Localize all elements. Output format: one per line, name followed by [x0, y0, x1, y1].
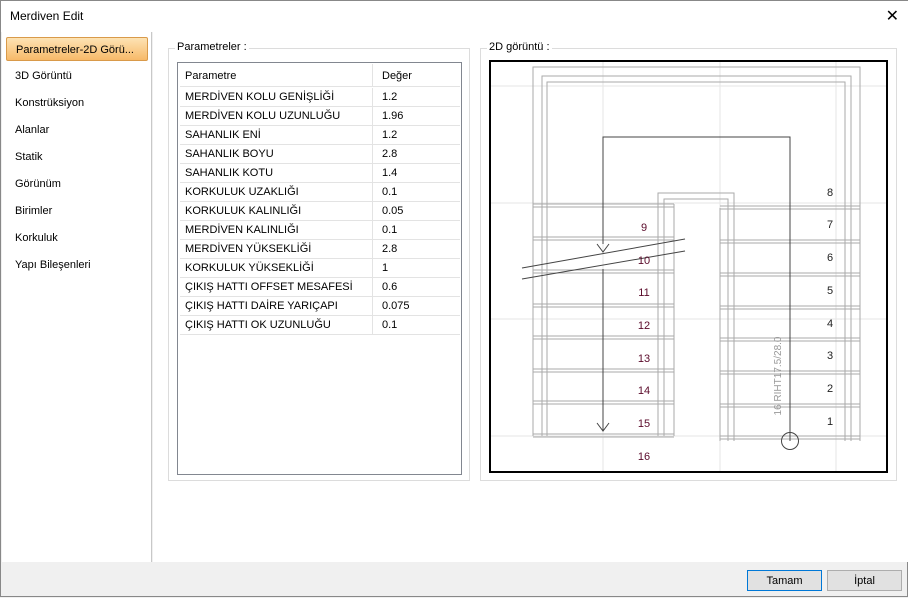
table-header: Parametre Değer [180, 64, 460, 87]
sidebar-item-korkuluk[interactable]: Korkuluk [6, 226, 148, 250]
sidebar-item-parametreler[interactable]: Parametreler-2D Görü... [6, 37, 148, 61]
header-parametre[interactable]: Parametre [180, 64, 373, 87]
sidebar-item-yapi-bilesenleri[interactable]: Yapı Bileşenleri [6, 253, 148, 277]
ok-button[interactable]: Tamam [747, 570, 822, 591]
param-name: SAHANLIK ENİ [180, 126, 373, 145]
sidebar-item-alanlar[interactable]: Alanlar [6, 118, 148, 142]
preview-group: 2D görüntü : [480, 41, 897, 481]
table-row[interactable]: SAHANLIK KOTU 1.4 [180, 164, 460, 183]
param-name: MERDİVEN YÜKSEKLİĞİ [180, 240, 373, 259]
param-value[interactable]: 1.2 [374, 126, 397, 141]
table-row[interactable]: ÇIKIŞ HATTI DAİRE YARIÇAPI 0.075 [180, 297, 460, 316]
header-deger[interactable]: Değer [374, 64, 412, 82]
param-name: MERDİVEN KALINLIĞI [180, 221, 373, 240]
table-row[interactable]: MERDİVEN KALINLIĞI 0.1 [180, 221, 460, 240]
param-value[interactable]: 1.4 [374, 164, 397, 179]
sidebar-item-konstruksiyon[interactable]: Konstrüksiyon [6, 91, 148, 115]
window-title: Merdiven Edit [10, 9, 84, 23]
param-name: ÇIKIŞ HATTI OFFSET MESAFESİ [180, 278, 373, 297]
table-row[interactable]: KORKULUK YÜKSEKLİĞİ 1 [180, 259, 460, 278]
cancel-button[interactable]: İptal [827, 570, 902, 591]
param-name: MERDİVEN KOLU GENİŞLİĞİ [180, 88, 373, 107]
param-value[interactable]: 0.05 [374, 202, 403, 217]
param-name: SAHANLIK BOYU [180, 145, 373, 164]
table-row[interactable]: SAHANLIK BOYU 2.8 [180, 145, 460, 164]
param-value[interactable]: 1.96 [374, 107, 403, 122]
close-icon[interactable]: ✕ [886, 6, 899, 26]
sidebar-item-3d[interactable]: 3D Görüntü [6, 64, 148, 88]
table-row[interactable]: KORKULUK KALINLIĞI 0.05 [180, 202, 460, 221]
param-value[interactable]: 1.2 [374, 88, 397, 103]
table-row[interactable]: MERDİVEN KOLU GENİŞLİĞİ 1.2 [180, 88, 460, 107]
param-name: KORKULUK YÜKSEKLİĞİ [180, 259, 373, 278]
parameters-group-label: Parametreler : [175, 41, 249, 53]
table-row[interactable]: KORKULUK UZAKLIĞI 0.1 [180, 183, 460, 202]
title-bar: Merdiven Edit ✕ [1, 1, 908, 32]
param-name: SAHANLIK KOTU [180, 164, 373, 183]
sidebar-item-gorunum[interactable]: Görünüm [6, 172, 148, 196]
param-value[interactable]: 0.1 [374, 221, 397, 236]
table-row[interactable]: MERDİVEN KOLU UZUNLUĞU 1.96 [180, 107, 460, 126]
sidebar-item-statik[interactable]: Statik [6, 145, 148, 169]
param-name: ÇIKIŞ HATTI OK UZUNLUĞU [180, 316, 373, 335]
table-row[interactable]: ÇIKIŞ HATTI OFFSET MESAFESİ 0.6 [180, 278, 460, 297]
param-name: ÇIKIŞ HATTI DAİRE YARIÇAPI [180, 297, 373, 316]
param-value[interactable]: 0.6 [374, 278, 397, 293]
table-row[interactable]: SAHANLIK ENİ 1.2 [180, 126, 460, 145]
param-value[interactable]: 1 [374, 259, 388, 274]
param-name: MERDİVEN KOLU UZUNLUĞU [180, 107, 373, 126]
param-value[interactable]: 2.8 [374, 145, 397, 160]
param-value[interactable]: 0.075 [374, 297, 410, 312]
param-name: KORKULUK KALINLIĞI [180, 202, 373, 221]
parameters-table[interactable]: Parametre Değer MERDİVEN KOLU GENİŞLİĞİ 1… [177, 62, 462, 475]
sidebar-item-birimler[interactable]: Birimler [6, 199, 148, 223]
table-row[interactable]: MERDİVEN YÜKSEKLİĞİ 2.8 [180, 240, 460, 259]
param-value[interactable]: 0.1 [374, 183, 397, 198]
param-value[interactable]: 2.8 [374, 240, 397, 255]
param-value[interactable]: 0.1 [374, 316, 397, 331]
table-row[interactable]: ÇIKIŞ HATTI OK UZUNLUĞU 0.1 [180, 316, 460, 335]
param-name: KORKULUK UZAKLIĞI [180, 183, 373, 202]
preview-group-label: 2D görüntü : [487, 41, 552, 53]
sidebar: Parametreler-2D Görü... 3D Görüntü Konst… [2, 32, 152, 562]
